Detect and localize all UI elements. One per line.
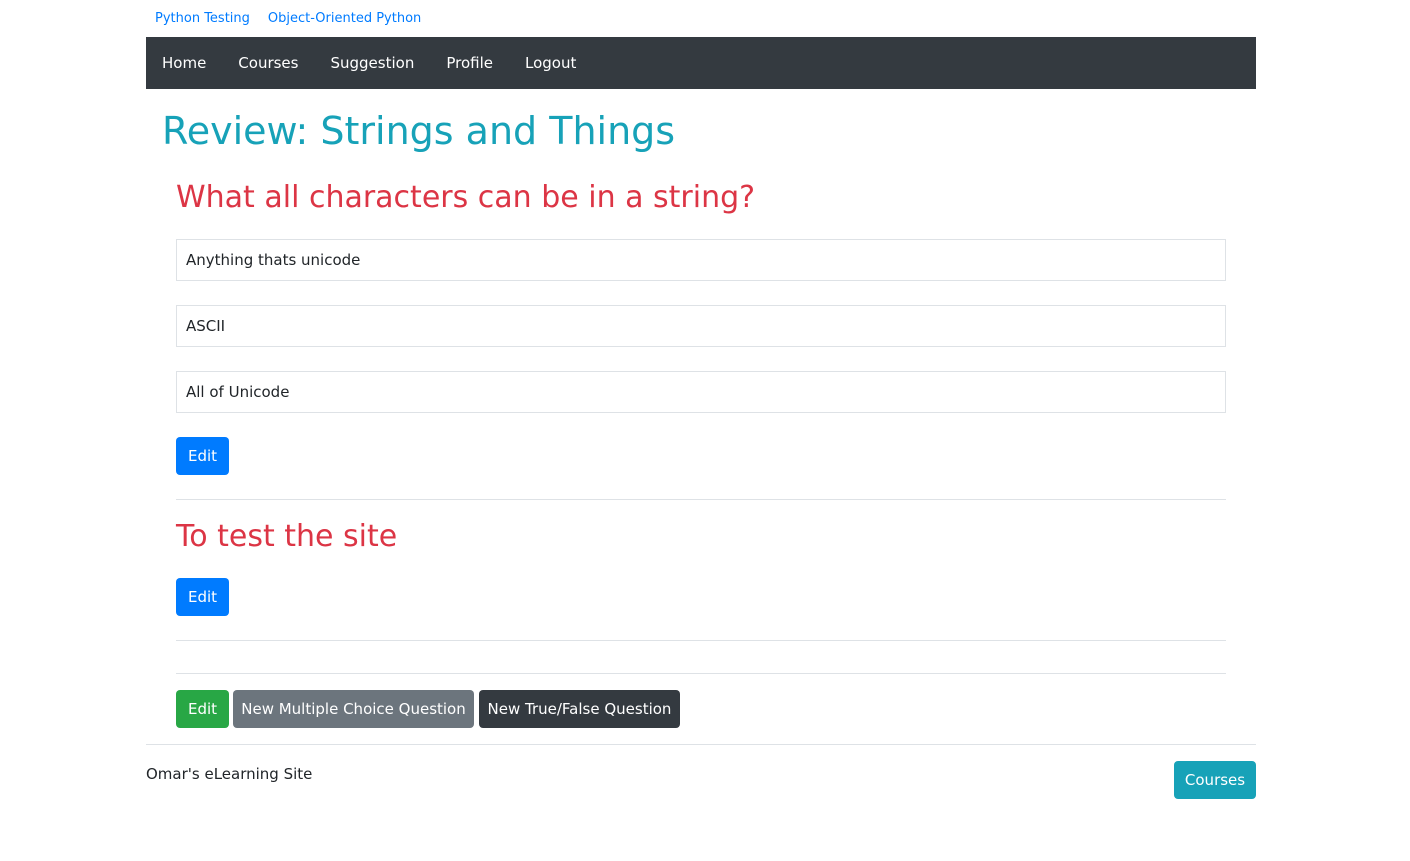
breadcrumb: Python Testing Object-Oriented Python xyxy=(155,10,421,28)
question-title: To test the site xyxy=(176,519,398,554)
courses-button[interactable]: Courses xyxy=(1174,761,1256,799)
nav-suggestion[interactable]: Suggestion xyxy=(330,54,414,72)
main-navbar: Home Courses Suggestion Profile Logout xyxy=(146,37,1256,89)
page-root: Python Testing Object-Oriented Python Ho… xyxy=(0,0,1410,861)
nav-courses[interactable]: Courses xyxy=(238,54,298,72)
footer-site-name: Omar's eLearning Site xyxy=(146,765,313,783)
nav-home[interactable]: Home xyxy=(162,54,206,72)
breadcrumb-object-oriented-python[interactable]: Object-Oriented Python xyxy=(268,10,421,28)
breadcrumb-python-testing[interactable]: Python Testing xyxy=(155,10,250,28)
answer-item: ASCII xyxy=(176,305,1226,347)
footer-divider xyxy=(146,744,1256,745)
edit-question-button[interactable]: Edit xyxy=(176,578,229,616)
new-multiple-choice-button[interactable]: New Multiple Choice Question xyxy=(233,690,474,728)
answer-item: All of Unicode xyxy=(176,371,1226,413)
nav-profile[interactable]: Profile xyxy=(446,54,493,72)
divider xyxy=(176,499,1226,500)
edit-quiz-button[interactable]: Edit xyxy=(176,690,229,728)
nav-logout[interactable]: Logout xyxy=(525,54,576,72)
page-title: Review: Strings and Things xyxy=(162,109,676,153)
question-title: What all characters can be in a string? xyxy=(176,180,756,215)
new-true-false-button[interactable]: New True/False Question xyxy=(479,690,680,728)
divider xyxy=(176,640,1226,641)
edit-question-button[interactable]: Edit xyxy=(176,437,229,475)
divider xyxy=(176,673,1226,674)
answer-item: Anything thats unicode xyxy=(176,239,1226,281)
